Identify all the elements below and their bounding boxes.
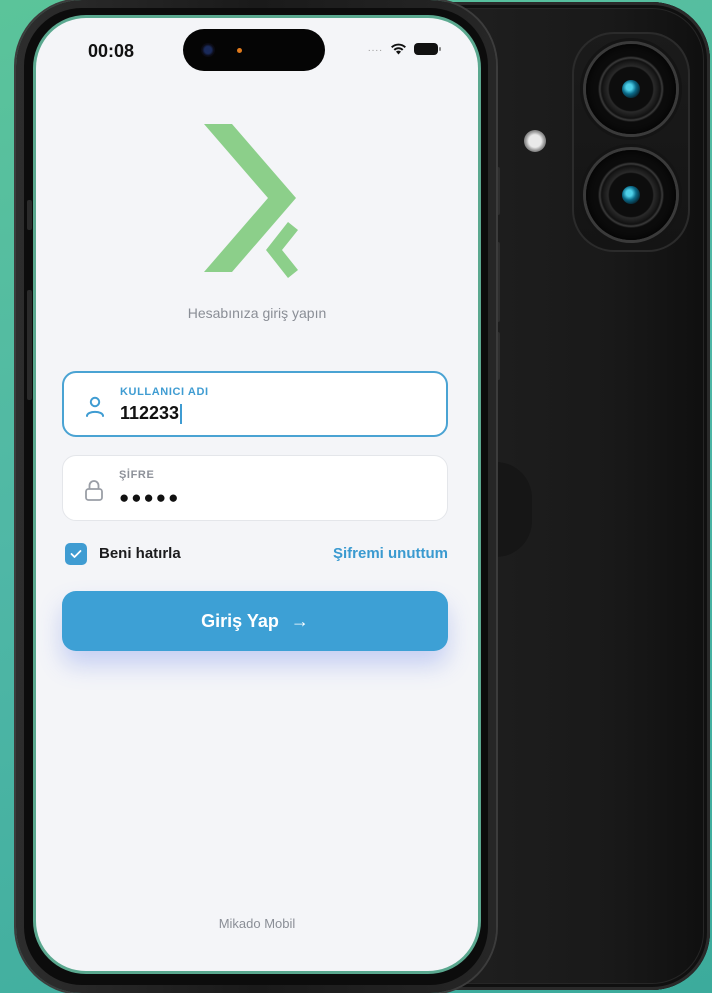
login-button-label: Giriş Yap <box>201 610 279 631</box>
password-field[interactable]: ŞİFRE ●●●●● <box>62 455 448 521</box>
action-button <box>27 200 32 230</box>
dynamic-island <box>183 29 325 71</box>
privacy-indicator-icon <box>237 48 242 53</box>
remember-checkbox[interactable] <box>65 543 87 565</box>
password-label: ŞİFRE <box>119 469 155 481</box>
status-time: 00:08 <box>88 41 135 61</box>
text-caret <box>180 403 183 424</box>
user-icon <box>86 396 104 417</box>
login-subtitle: Hesabınıza giriş yapın <box>187 305 327 321</box>
camera-module <box>572 32 690 252</box>
username-label: KULLANICI ADI <box>120 386 209 398</box>
volume-buttons <box>27 290 32 400</box>
login-button[interactable]: Giriş Yap → <box>62 591 448 651</box>
app-logo-icon <box>204 124 298 278</box>
lock-icon <box>85 480 103 501</box>
signal-icon: .... <box>367 42 383 54</box>
wifi-icon <box>391 43 406 55</box>
footer-brand: Mikado Mobil <box>218 916 296 931</box>
login-screen: 00:08 .... Hesabınıza giriş yapın KULLAN… <box>36 18 478 971</box>
status-indicators: .... <box>367 42 441 55</box>
back-side-button <box>496 332 500 380</box>
username-input[interactable]: 112233 <box>120 403 179 424</box>
front-camera-icon <box>201 43 215 57</box>
username-value-wrap: 112233 <box>120 403 183 424</box>
password-input[interactable]: ●●●●● <box>119 488 180 508</box>
flash-icon <box>524 130 546 152</box>
checkmark-icon <box>70 550 82 558</box>
forgot-password-link[interactable]: Şifremi unuttum <box>333 545 448 562</box>
arrow-right-icon: → <box>290 610 309 631</box>
username-field[interactable]: KULLANICI ADI 112233 <box>62 371 448 437</box>
camera-lens-icon <box>586 150 676 240</box>
back-side-button <box>496 242 500 322</box>
battery-icon <box>414 42 441 55</box>
back-side-button <box>496 167 500 215</box>
remember-label[interactable]: Beni hatırla <box>99 545 181 562</box>
camera-lens-icon <box>586 44 676 134</box>
